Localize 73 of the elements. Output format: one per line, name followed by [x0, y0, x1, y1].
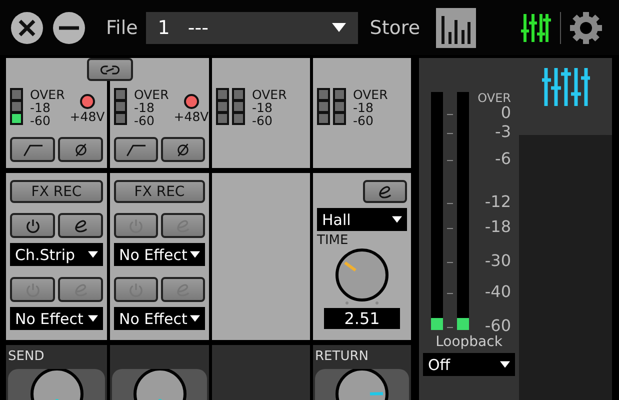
meter-scale-label: -18	[353, 101, 374, 114]
effect-dropdown[interactable]: Ch.Strip	[10, 243, 103, 266]
minimize-icon[interactable]	[52, 10, 86, 44]
meter-scale-label: -30	[484, 252, 511, 270]
led-meter	[114, 88, 127, 125]
meter-scale-label: -40	[484, 283, 511, 301]
phantom-power-label: +48V	[174, 109, 209, 124]
close-icon[interactable]	[10, 10, 44, 44]
caret-icon	[190, 251, 200, 258]
meter-scale-label: -18	[30, 101, 52, 114]
effect-dropdown[interactable]: No Effect	[114, 307, 205, 330]
meter-scale-label: -60	[484, 317, 511, 335]
power-button[interactable]	[114, 213, 158, 238]
caret-icon	[392, 216, 402, 223]
effect-dropdown[interactable]: No Effect	[114, 243, 205, 266]
meter-scale-label: -60	[134, 114, 156, 127]
effect-dropdown[interactable]: No Effect	[10, 307, 103, 330]
led-meter	[232, 88, 245, 125]
power-button[interactable]	[10, 277, 55, 302]
file-label: File	[106, 16, 138, 38]
led-meter	[317, 88, 330, 125]
file-dropdown[interactable]: 1 ---	[146, 12, 358, 44]
edit-button[interactable]	[161, 277, 205, 302]
meter-scale-label: -18	[134, 101, 156, 114]
power-button[interactable]	[10, 213, 55, 238]
meter-scale-label: OVER	[252, 88, 287, 101]
power-button[interactable]	[114, 277, 158, 302]
fx-rec-button[interactable]: FX REC	[114, 180, 205, 203]
time-value: 2.51	[324, 308, 400, 329]
phase-button[interactable]	[161, 137, 205, 162]
caret-icon	[332, 23, 346, 32]
phantom-power-label: +48V	[70, 109, 105, 124]
led-meter	[216, 88, 229, 125]
section-label: SEND	[8, 349, 44, 364]
meter-scale-label: OVER	[353, 88, 388, 101]
fx-rec-button[interactable]: FX REC	[10, 180, 103, 203]
loopback-dropdown[interactable]: Off	[423, 353, 515, 376]
meter-scale-label: OVER	[478, 92, 511, 104]
edit-button[interactable]	[58, 277, 103, 302]
edit-button[interactable]	[58, 213, 103, 238]
parameter-label: TIME	[317, 234, 350, 248]
section-label: RETURN	[315, 349, 368, 364]
link-button[interactable]	[87, 58, 133, 81]
caret-icon	[88, 315, 98, 322]
settings-icon[interactable]	[569, 10, 604, 44]
meter-scale-label: -6	[495, 150, 511, 168]
meter-scale-label: -12	[484, 193, 511, 211]
caret-icon	[190, 315, 200, 322]
time-knob[interactable]	[335, 248, 389, 306]
meter-scale-label: -3	[495, 123, 511, 141]
bar-graph-icon[interactable]	[436, 8, 476, 48]
low-cut-button[interactable]	[114, 137, 158, 162]
meter-scale-label: OVER	[134, 88, 169, 101]
led-meter	[10, 88, 23, 125]
low-cut-button[interactable]	[10, 137, 55, 162]
meter-scale-label: -60	[252, 114, 274, 127]
edit-button[interactable]	[363, 180, 407, 203]
meter-scale-label: -60	[30, 114, 52, 127]
meter-scale-label: -60	[353, 114, 374, 127]
led-meter	[333, 88, 346, 125]
store-button[interactable]: Store	[370, 16, 420, 38]
caret-icon	[500, 361, 510, 368]
meter-scale-label: 0	[500, 104, 511, 122]
meter-scale-label: -18	[252, 101, 274, 114]
loopback-label: Loopback	[436, 334, 502, 350]
meter-scale-label: -18	[484, 218, 511, 236]
phase-button[interactable]	[58, 137, 103, 162]
edit-button[interactable]	[161, 213, 205, 238]
reverb-type-dropdown[interactable]: Hall	[317, 208, 407, 231]
caret-icon	[88, 251, 98, 258]
meter-scale-label: OVER	[30, 88, 65, 101]
mixer-icon[interactable]	[520, 12, 552, 44]
mixer-icon	[540, 66, 590, 108]
